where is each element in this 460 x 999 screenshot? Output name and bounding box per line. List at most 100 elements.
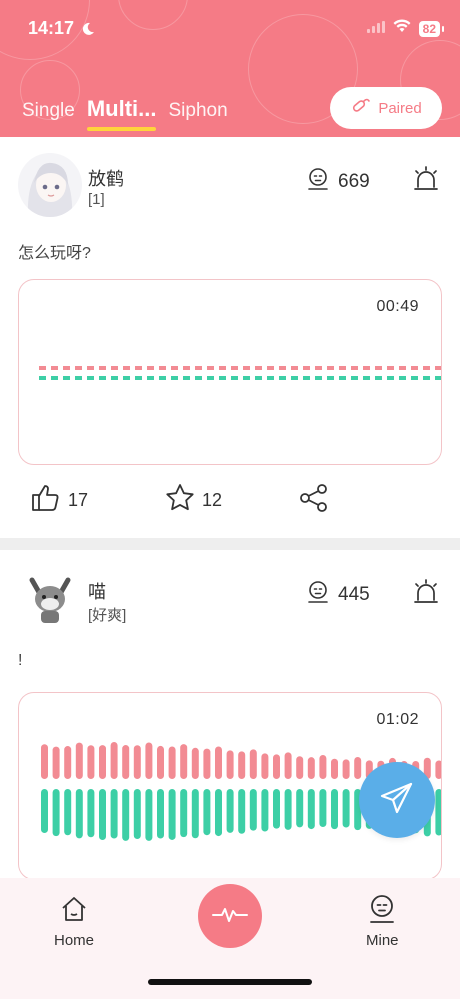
listen-count-value: 445 <box>338 584 370 605</box>
battery-indicator: 82 <box>418 20 445 37</box>
waveform-bar-pink <box>215 746 222 779</box>
waveform-bar-pink <box>284 752 292 779</box>
listener-face-icon <box>306 167 330 197</box>
tab-single[interactable]: Single <box>22 100 75 122</box>
share-button[interactable] <box>298 482 330 519</box>
bottom-nav: Home Mine <box>0 878 460 999</box>
waveform-bar-pink <box>435 760 441 779</box>
waveform-bar-pink <box>249 749 257 779</box>
like-button[interactable]: 17 <box>30 482 88 519</box>
waveform-bar-teal <box>157 789 164 839</box>
listen-count-value: 669 <box>338 171 370 192</box>
nav-mine-label: Mine <box>366 932 399 949</box>
home-icon <box>59 894 89 928</box>
waveform-bar-teal <box>168 789 176 840</box>
post-actions: 17 12 <box>30 482 430 522</box>
nav-mine[interactable]: Mine <box>366 894 399 949</box>
waveform-bar-pink <box>203 748 211 779</box>
waveform-bar-pink <box>226 750 234 779</box>
favorite-button[interactable]: 12 <box>164 482 222 519</box>
mode-tabs: Single Multi... Siphon <box>22 96 228 131</box>
thumbs-up-icon <box>30 482 62 519</box>
home-indicator <box>148 979 312 985</box>
waveform-bar-teal <box>226 789 234 833</box>
waveform-bar-teal <box>64 789 72 836</box>
waveform-bar-pink <box>238 751 246 779</box>
toy-icon <box>350 95 372 121</box>
waveform-bar-teal <box>215 789 222 837</box>
waveform-bar-teal <box>249 789 257 831</box>
paired-button[interactable]: Paired <box>330 87 442 129</box>
post-card: 放鹤 [1] 669 怎么玩呀? 00:49 17 12 <box>0 137 460 538</box>
star-icon <box>164 482 196 519</box>
username[interactable]: 放鹤 <box>88 165 124 191</box>
moon-icon <box>81 20 95 41</box>
nav-home-label: Home <box>54 932 95 949</box>
waveform-bar-teal <box>133 789 141 839</box>
avatar[interactable] <box>18 566 82 630</box>
waveform-bar-pink <box>261 753 269 779</box>
alarm-icon[interactable] <box>412 165 440 198</box>
app-root: 14:17 82 Single Multi... Siphon Paired 放… <box>0 0 460 999</box>
waveform-bar-pink <box>41 744 48 779</box>
tab-siphon[interactable]: Siphon <box>168 100 227 122</box>
waveform-bar-pink <box>342 759 350 779</box>
waveform-bar-teal <box>238 789 246 834</box>
card-divider <box>0 538 460 550</box>
tab-label: Multi... <box>86 96 157 121</box>
waveform-bar-teal <box>110 789 118 839</box>
send-post-button[interactable] <box>359 762 435 838</box>
paired-label: Paired <box>378 99 422 117</box>
waveform-bar-teal <box>145 789 153 841</box>
waveform-bar-teal <box>331 789 338 830</box>
waveform-bar-pink <box>110 742 118 779</box>
waveform-bar-teal <box>99 789 106 841</box>
waveform-bar-pink <box>99 745 106 779</box>
waveform-bar-pink <box>64 746 72 779</box>
waveform-bar-pink <box>122 745 130 779</box>
tab-multi[interactable]: Multi... <box>86 96 157 131</box>
pulse-icon <box>212 904 248 929</box>
waveform-bar-pink <box>331 758 338 779</box>
waveform-bar-pink <box>75 742 83 779</box>
tab-label: Siphon <box>168 100 228 121</box>
waveform-player[interactable]: 00:49 <box>18 279 442 465</box>
waveform-bar-pink <box>52 746 60 779</box>
waveform-bar-teal <box>180 789 188 838</box>
waveform-bar-pink <box>87 745 95 779</box>
post-text: ! <box>18 652 23 669</box>
star-count: 12 <box>202 490 223 510</box>
avatar[interactable] <box>18 153 82 217</box>
heartbeat-button[interactable] <box>198 884 262 948</box>
waveform-bar-pink <box>273 754 280 779</box>
waveform-bar-teal <box>87 789 95 838</box>
profile-face-icon <box>367 894 397 928</box>
like-count: 17 <box>68 490 89 510</box>
user-tag: [好爽] <box>88 607 127 624</box>
nav-home[interactable]: Home <box>54 894 94 949</box>
waveform-bar-teal <box>122 789 130 841</box>
username[interactable]: 喵 <box>88 578 106 604</box>
paper-plane-icon <box>378 779 416 822</box>
waveform-bar-teal <box>75 789 83 839</box>
active-tab-indicator <box>86 127 157 131</box>
waveform-bar-teal <box>307 789 315 830</box>
status-bar: 14:17 <box>28 18 95 41</box>
waveform-bar-teal <box>52 789 60 837</box>
waveform-bar-teal <box>273 789 280 829</box>
waveform-bar-pink <box>296 756 304 779</box>
waveform-bar-pink <box>180 744 188 779</box>
waveform-bar-teal <box>261 789 269 832</box>
duration-label: 00:49 <box>376 298 419 315</box>
listen-count: 445 <box>306 580 370 610</box>
waveform-bar-pink <box>319 754 327 779</box>
post-text: 怎么玩呀? <box>18 245 91 262</box>
waveform-bar-pink <box>168 746 176 779</box>
waveform-bar-pink <box>145 742 153 779</box>
waveform-bar-pink <box>157 745 164 779</box>
alarm-icon[interactable] <box>412 578 440 611</box>
duration-label: 01:02 <box>376 711 419 728</box>
listen-count: 669 <box>306 167 370 197</box>
waveform-bar-teal <box>203 789 211 836</box>
waveform-bar-teal <box>435 789 441 836</box>
